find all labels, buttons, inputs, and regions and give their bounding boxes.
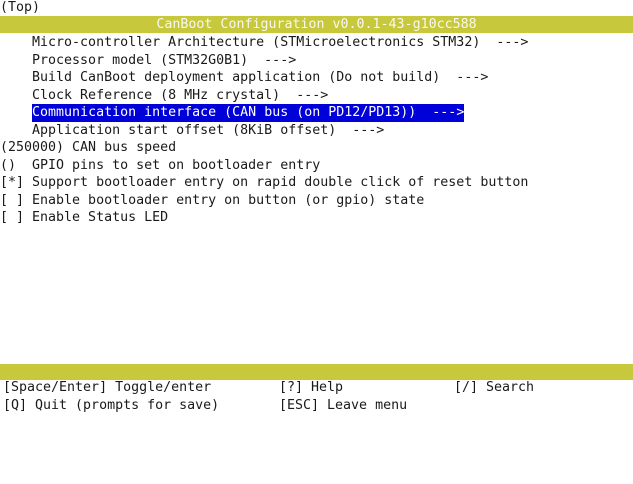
menu-item-label: Clock Reference (8 MHz crystal) --->	[0, 87, 329, 103]
menu-item-label: [ ] Enable bootloader entry on button (o…	[0, 192, 425, 208]
menu-item-label: [ ] Enable Status LED	[0, 210, 169, 225]
title-bar: CanBoot Configuration v0.0.1-43-g10cc588	[0, 16, 633, 33]
menu-item-label: (250000) CAN bus speed	[0, 140, 177, 155]
menuconfig-screen: (Top) CanBoot Configuration v0.0.1-43-g1…	[0, 0, 633, 414]
menu-item-label: Micro-controller Architecture (STMicroel…	[0, 35, 529, 50]
key-search[interactable]: [/] Search	[454, 379, 534, 397]
menu-item-double-click-reset[interactable]: [*] Support bootloader entry on rapid do…	[0, 174, 633, 192]
menu-item-status-led[interactable]: [ ] Enable Status LED	[0, 209, 633, 227]
menu-item-label: Build CanBoot deployment application (Do…	[0, 70, 489, 85]
menu-item-start-offset[interactable]: Application start offset (8KiB offset) -…	[0, 122, 633, 140]
menu-item-button-entry[interactable]: [ ] Enable bootloader entry on button (o…	[0, 192, 633, 210]
key-toggle-enter[interactable]: [Space/Enter] Toggle/enter	[3, 379, 211, 397]
menu-item-communication-interface[interactable]: Communication interface (CAN bus (on PD1…	[0, 104, 633, 122]
menu-item-gpio-pins[interactable]: () GPIO pins to set on bootloader entry	[0, 157, 633, 175]
bottom-divider-bar	[0, 364, 633, 380]
menu-item-label: () GPIO pins to set on bootloader entry	[0, 157, 321, 173]
key-quit[interactable]: [Q] Quit (prompts for save)	[3, 397, 219, 415]
key-help: [Space/Enter] Toggle/enter [?] Help [/] …	[0, 379, 633, 414]
menu-item-label: [*] Support bootloader entry on rapid do…	[0, 175, 529, 190]
key-help-row: [Space/Enter] Toggle/enter [?] Help [/] …	[0, 379, 633, 397]
key-leave-menu[interactable]: [ESC] Leave menu	[279, 397, 407, 415]
menu-item-deployment-app[interactable]: Build CanBoot deployment application (Do…	[0, 69, 633, 87]
key-help[interactable]: [?] Help	[279, 379, 343, 397]
menu-item-label: Communication interface (CAN bus (on PD1…	[32, 104, 465, 122]
menu-list: Micro-controller Architecture (STMicroel…	[0, 34, 633, 227]
key-help-row: [Q] Quit (prompts for save) [ESC] Leave …	[0, 397, 633, 415]
menu-item-label: Application start offset (8KiB offset) -…	[0, 122, 385, 138]
menu-item-label: Processor model (STM32G0B1) --->	[0, 52, 297, 68]
menu-item-clock-reference[interactable]: Clock Reference (8 MHz crystal) --->	[0, 87, 633, 105]
menu-item-architecture[interactable]: Micro-controller Architecture (STMicroel…	[0, 34, 633, 52]
scroll-position-indicator: (Top)	[0, 0, 41, 15]
menu-item-processor-model[interactable]: Processor model (STM32G0B1) --->	[0, 52, 633, 70]
menu-item-can-bus-speed[interactable]: (250000) CAN bus speed	[0, 139, 633, 157]
menu-item-indent	[0, 105, 32, 120]
